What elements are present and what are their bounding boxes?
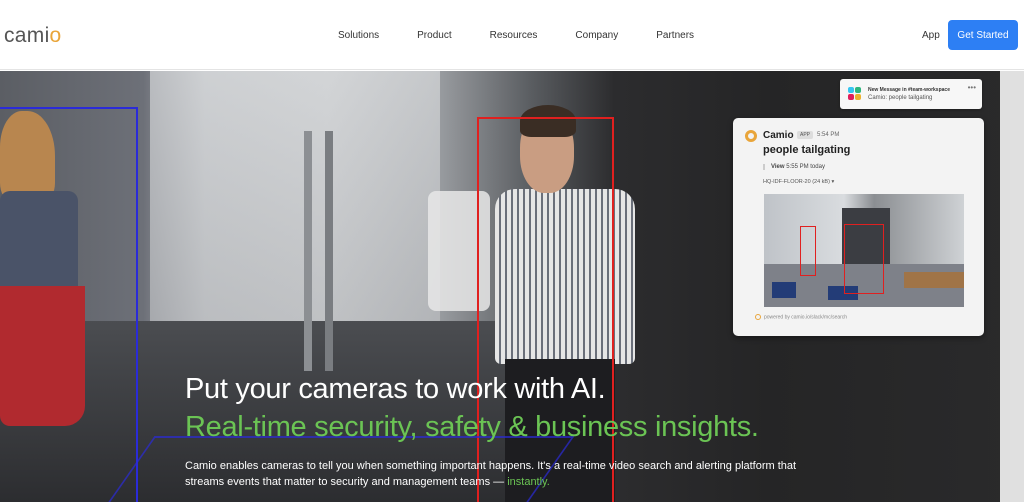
description-text: Camio enables cameras to tell you when s…	[185, 460, 797, 488]
card-footer: powered by camio.io/slack/mc/search	[755, 314, 847, 320]
nav-item-partners[interactable]: Partners	[656, 30, 694, 41]
slack-icon	[848, 87, 862, 101]
door-handle	[325, 131, 333, 371]
view-label: View	[771, 164, 785, 170]
view-detail: 5:55 PM today	[786, 164, 825, 170]
alert-video-thumbnail	[764, 194, 964, 307]
notification-body: Camio: people tailgating	[868, 95, 933, 101]
card-timestamp: 5:54 PM	[817, 132, 840, 138]
nav-item-resources[interactable]: Resources	[490, 30, 538, 41]
camio-small-icon	[755, 314, 761, 320]
hero-subheadline: Real-time security, safety & business in…	[185, 411, 759, 443]
notification-title: New Message in #team-workspace	[868, 87, 950, 93]
top-navigation: camio Solutions Product Resources Compan…	[0, 0, 1024, 70]
file-label: HQ-IDF-FLOOR-20 (24 kB)	[763, 179, 830, 185]
get-started-button[interactable]: Get Started	[948, 20, 1018, 50]
camio-logo[interactable]: camio	[4, 24, 62, 48]
card-file-name: HQ-IDF-FLOOR-20 (24 kB) ▾	[763, 179, 834, 185]
card-view-row: View 5:55 PM today	[763, 164, 825, 170]
camio-alert-card: Camio APP 5:54 PM people tailgating View…	[733, 118, 984, 336]
logo-accent-letter: o	[49, 24, 62, 47]
description-highlight: instantly.	[507, 476, 550, 488]
app-link[interactable]: App	[922, 30, 940, 41]
hero-headline: Put your cameras to work with AI.	[185, 373, 606, 405]
nav-item-solutions[interactable]: Solutions	[338, 30, 379, 41]
card-app-name: Camio	[763, 130, 794, 141]
nav-item-product[interactable]: Product	[417, 30, 451, 41]
chevron-down-icon: ▾	[831, 179, 835, 185]
thumb-detection-box	[800, 226, 816, 276]
main-menu: Solutions Product Resources Company Part…	[338, 30, 732, 41]
detection-box-blue	[0, 107, 138, 502]
hero-description: Camio enables cameras to tell you when s…	[185, 458, 825, 490]
door-handle	[304, 131, 312, 371]
nav-item-company[interactable]: Company	[575, 30, 618, 41]
slack-notification: New Message in #team-workspace Camio: pe…	[840, 79, 982, 109]
more-options-icon: •••	[967, 83, 976, 92]
hero-section: New Message in #team-workspace Camio: pe…	[0, 71, 1024, 502]
thumb-chair	[772, 282, 796, 298]
app-badge: APP	[797, 131, 814, 139]
camio-app-icon	[745, 130, 757, 142]
thumb-desk	[904, 272, 964, 288]
footer-text: powered by camio.io/slack/mc/search	[764, 314, 848, 321]
card-alert-title: people tailgating	[763, 144, 851, 156]
logo-text: cami	[4, 24, 50, 47]
hero-background-edge	[1000, 71, 1024, 502]
thumb-detection-box	[844, 224, 884, 294]
